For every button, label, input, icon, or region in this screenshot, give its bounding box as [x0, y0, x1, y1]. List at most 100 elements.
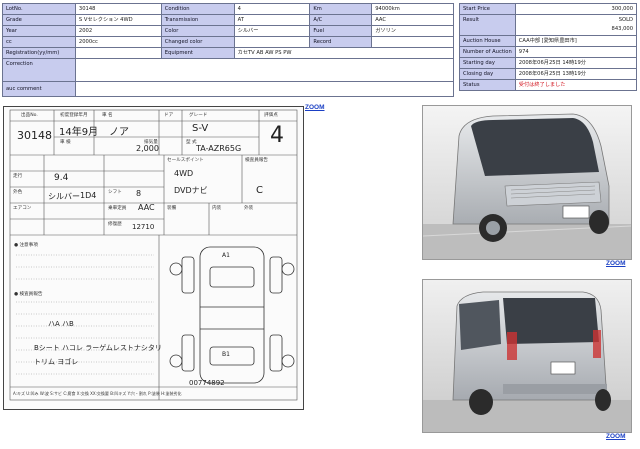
closing-day-label: Closing day	[459, 68, 516, 80]
record-label: Record	[309, 36, 373, 48]
sheet-hdr-doors: ドア	[164, 113, 174, 118]
sheet-mark-a1: A1	[222, 252, 230, 259]
cc-value: 2000cc	[74, 36, 162, 48]
status-value: 受付は終了しました	[514, 79, 638, 91]
sheet-year-month: 14年9月	[59, 127, 99, 138]
sheet-options: DVDナビ	[174, 186, 208, 195]
closing-day-row: Closing day 2008年06月25日 13時19分	[459, 68, 638, 80]
price-info-table: Start Price 300,000 Result SOLD 843,000 …	[459, 3, 638, 91]
fuel-label: Fuel	[309, 25, 373, 37]
sheet-model: ノア	[109, 127, 129, 138]
status-label: Status	[459, 79, 516, 91]
sheet-ac-hand: AAC	[138, 203, 155, 212]
lot-row-6: Correction	[2, 58, 455, 82]
lot-no-label: LotNo.	[2, 3, 76, 15]
lot-row-1: LotNo. 30148 Condition 4 Km 94000km	[2, 3, 454, 15]
sheet-hdr-shaken: 車 検	[60, 140, 71, 145]
sheet-hdr-score: 評価点	[264, 113, 278, 118]
sheet-hdr-name: 車 名	[102, 113, 113, 118]
grade-value: S Vセレクション 4WD	[74, 14, 162, 26]
sheet-mark-b1: B1	[222, 351, 230, 358]
sheet-color: シルバー	[48, 192, 80, 201]
sheet-lot-no: 30148	[17, 129, 52, 142]
sheet-notes3: トリム ヨゴレ	[34, 358, 79, 366]
closing-day-value: 2008年06月25日 13時19分	[514, 68, 638, 80]
car-front-illustration	[423, 106, 631, 259]
ac-value: AAC	[371, 14, 454, 26]
start-price-row: Start Price 300,000	[459, 3, 638, 15]
front-photo-zoom-link[interactable]: ZOOM	[606, 260, 626, 267]
sheet-odometer: 12710	[132, 223, 155, 231]
sheet-score: 4	[270, 123, 284, 148]
sheet-seat: 8	[136, 189, 142, 198]
sheet-hdr-shift: シフト	[108, 190, 122, 195]
record-value	[371, 36, 454, 48]
condition-label: Condition	[160, 3, 235, 15]
correction-label: Correction	[2, 58, 76, 82]
car-rear-photo[interactable]	[422, 279, 632, 433]
comment-value	[74, 81, 455, 97]
auction-sheet-image[interactable]: 出品No. 初度登録年月 車 名 ドア グレード 評価点 車 検 排気量 型 式…	[3, 106, 304, 410]
sheet-hdr-reg: 初度登録年月	[60, 113, 88, 118]
sheet-cc: 2,000	[136, 144, 159, 153]
changed-color-value	[233, 36, 311, 48]
lot-row-4: cc 2000cc Changed color Record	[2, 36, 454, 48]
sheet-hdr-inspector: 検査員報告	[245, 158, 268, 163]
starting-day-row: Starting day 2008年06月25日 14時19分	[459, 57, 638, 69]
auction-number-label: Number of Auction	[459, 46, 516, 58]
sheet-footer: A:キズ U:凹み W:波 S:サビ C:腐食 X:交換 XX:交換要 B:凹キ…	[13, 391, 182, 396]
transmission-value: AT	[233, 14, 311, 26]
start-price-value: 300,000	[514, 3, 638, 15]
equipment-label: Equipment	[160, 47, 235, 59]
color-value: シルバー	[233, 25, 311, 37]
auction-number-value: 974	[514, 46, 638, 58]
sheet-hdr-grade: グレード	[189, 113, 208, 118]
lot-info-table: LotNo. 30148 Condition 4 Km 94000km Grad…	[2, 3, 455, 97]
fuel-value: ガソリン	[371, 25, 454, 37]
sheet-mileage: 9.4	[54, 173, 69, 183]
color-label: Color	[160, 25, 235, 37]
changed-color-label: Changed color	[160, 36, 235, 48]
car-front-photo[interactable]	[422, 105, 632, 260]
result-row: Result SOLD 843,000	[459, 14, 638, 36]
correction-value	[74, 58, 455, 82]
sheet-color-code: 1D4	[80, 191, 97, 200]
km-value: 94000km	[371, 3, 454, 15]
sheet-grade: S-V	[192, 123, 209, 134]
auction-number-row: Number of Auction 974	[459, 46, 638, 58]
sheet-hdr-inner: 内装	[212, 206, 222, 211]
sheet-notes4: 00774892	[189, 379, 225, 387]
starting-day-label: Starting day	[459, 57, 516, 69]
sheet-shift: C	[256, 185, 263, 196]
sheet-hdr-points: セールスポイント	[167, 158, 204, 163]
condition-value: 4	[233, 3, 311, 15]
sheet-hdr-history: 修復歴	[108, 222, 122, 227]
result-label: Result	[459, 14, 516, 36]
sheet-hdr-outer: 外装	[244, 206, 254, 211]
start-price-label: Start Price	[459, 3, 516, 15]
sheet-hdr-notes: ● 注意事項	[14, 243, 38, 248]
result-price: 843,000	[611, 26, 633, 32]
lot-row-3: Year 2002 Color シルバー Fuel ガソリン	[2, 25, 454, 37]
registration-value	[74, 47, 162, 59]
starting-day-value: 2008年06月25日 14時19分	[514, 57, 638, 69]
lot-row-7: auc comment	[2, 81, 455, 97]
auction-house-value: CAA中部 [愛知県豊田市]	[514, 35, 638, 47]
comment-label: auc comment	[2, 81, 76, 97]
sheet-zoom-link[interactable]: ZOOM	[305, 104, 325, 111]
ac-label: A/C	[309, 14, 373, 26]
sheet-drive: 4WD	[174, 169, 194, 178]
lot-row-2: Grade S Vセレクション 4WD Transmission AT A/C …	[2, 14, 454, 26]
cc-label: cc	[2, 36, 76, 48]
car-rear-illustration	[423, 280, 631, 432]
year-label: Year	[2, 25, 76, 37]
sheet-hdr-lot: 出品No.	[21, 113, 38, 118]
sheet-hdr-color: 外色	[13, 190, 23, 195]
rear-photo-zoom-link[interactable]: ZOOM	[606, 433, 626, 440]
lot-row-5: Registration(yy/mm) Equipment カセTV AB AW…	[2, 47, 455, 59]
sheet-notes1: ハA ハB	[48, 320, 74, 328]
km-label: Km	[309, 3, 373, 15]
sheet-notes2: Bシート ハコレ ラーゲムレストナシタリ	[34, 344, 162, 352]
sheet-chassis: TA-AZR65G	[196, 144, 242, 153]
lot-no-value: 30148	[74, 3, 162, 15]
